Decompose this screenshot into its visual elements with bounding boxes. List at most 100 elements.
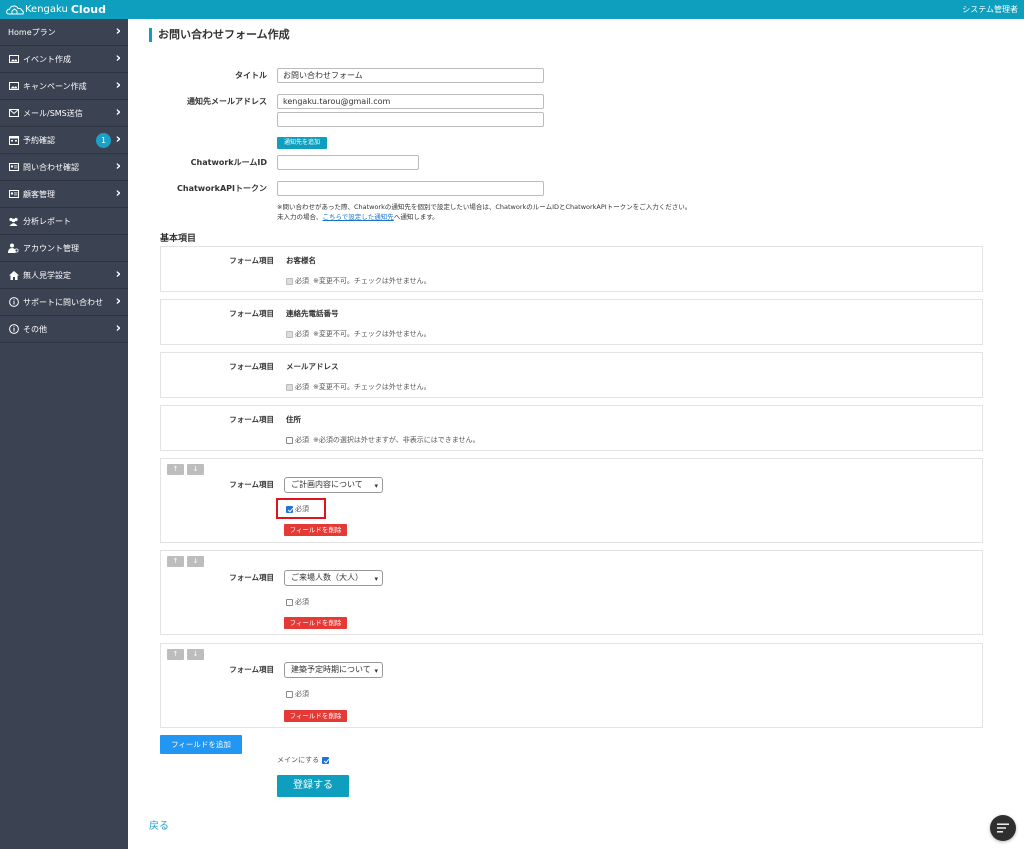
add-notify-button[interactable]: 通知先を追加 xyxy=(277,137,327,149)
notify-email-input[interactable]: kengaku.tarou@gmail.com xyxy=(277,94,544,109)
chevron-down-icon: ▾ xyxy=(374,575,378,583)
image-icon xyxy=(8,81,19,91)
notify-email-input-2[interactable] xyxy=(277,112,544,127)
move-up-button[interactable]: ↑ xyxy=(167,556,184,567)
required-checkbox[interactable] xyxy=(286,690,293,698)
sidebar-item-customer[interactable]: 顧客管理 › xyxy=(0,181,128,208)
sidebar-item-unmanned-tour[interactable]: 無人見学設定 › xyxy=(0,262,128,289)
custom-field-card: ↑ ↓ フォーム項目 ご来場人数（大人） ▾ 必須 フィールドを削除 xyxy=(160,550,983,635)
envelope-icon xyxy=(8,108,19,118)
filter-menu-button[interactable] xyxy=(990,815,1016,841)
sidebar-item-label: 顧客管理 xyxy=(23,189,55,199)
sidebar-item-account[interactable]: アカウント管理 xyxy=(0,235,128,262)
field-name: お客様名 xyxy=(286,256,316,265)
required-row: 必須 ※変更不可。チェックは外せません。 xyxy=(286,382,431,392)
chevron-down-icon: ▾ xyxy=(374,482,378,490)
filter-list-icon xyxy=(997,823,1009,833)
chatwork-room-input[interactable] xyxy=(277,155,419,170)
required-note: ※変更不可。チェックは外せません。 xyxy=(313,330,431,338)
required-row[interactable]: 必須 xyxy=(286,689,309,699)
sidebar-item-label: アカウント管理 xyxy=(23,243,79,253)
required-note: ※必須の選択は外せますが、非表示にはできません。 xyxy=(313,436,480,444)
chevron-down-icon: ▾ xyxy=(374,667,378,675)
field-type-select[interactable]: ご計画内容について ▾ xyxy=(284,477,383,493)
move-up-button[interactable]: ↑ xyxy=(167,649,184,660)
required-row: 必須 ※変更不可。チェックは外せません。 xyxy=(286,276,431,286)
required-row[interactable]: 必須 ※必須の選択は外せますが、非表示にはできません。 xyxy=(286,435,480,445)
sidebar-item-label: 予約確認 xyxy=(23,135,55,145)
select-value: 建築予定時期について xyxy=(291,665,371,674)
sidebar-item-label: メール/SMS送信 xyxy=(23,108,83,118)
required-checkbox[interactable] xyxy=(286,598,293,606)
set-main-row[interactable]: メインにする xyxy=(277,755,331,765)
required-checkbox xyxy=(286,330,293,338)
delete-field-button[interactable]: フィールドを削除 xyxy=(284,710,347,722)
idcard-icon xyxy=(8,189,19,199)
calendar-icon xyxy=(8,135,19,145)
sidebar-item-reservation[interactable]: 予約確認 1 › xyxy=(0,127,128,154)
required-row[interactable]: 必須 xyxy=(286,597,309,607)
move-up-button[interactable]: ↑ xyxy=(167,464,184,475)
sidebar-item-label: 無人見学設定 xyxy=(23,270,71,280)
basic-field-card: フォーム項目 メールアドレス 必須 ※変更不可。チェックは外せません。 xyxy=(160,352,983,398)
field-type-select[interactable]: 建築予定時期について ▾ xyxy=(284,662,383,678)
basic-section-title: 基本項目 xyxy=(160,234,197,244)
notify-settings-link[interactable]: こちらで設定した通知先 xyxy=(323,213,394,221)
sidebar-item-other[interactable]: その他 › xyxy=(0,316,128,343)
set-main-label: メインにする xyxy=(277,756,320,764)
sidebar-item-campaign[interactable]: キャンペーン作成 › xyxy=(0,73,128,100)
sidebar-item-support[interactable]: サポートに問い合わせ › xyxy=(0,289,128,316)
basic-field-card: フォーム項目 お客様名 必須 ※変更不可。チェックは外せません。 xyxy=(160,246,983,292)
required-label: 必須 xyxy=(295,690,309,698)
select-value: ご計画内容について xyxy=(291,480,363,489)
sidebar-item-event[interactable]: イベント作成 › xyxy=(0,46,128,73)
cloud-house-icon xyxy=(6,4,24,14)
user-menu[interactable]: システム管理者 xyxy=(962,4,1018,15)
logo-text-cloud: Cloud xyxy=(70,3,106,16)
submit-button[interactable]: 登録する xyxy=(277,775,349,797)
chevron-right-icon: › xyxy=(115,132,121,147)
field-item-label: フォーム項目 xyxy=(229,256,274,265)
move-down-button[interactable]: ↓ xyxy=(187,464,204,475)
chevron-right-icon: › xyxy=(115,159,121,174)
required-note: ※変更不可。チェックは外せません。 xyxy=(313,383,431,391)
field-item-label: フォーム項目 xyxy=(229,309,274,318)
field-name: メールアドレス xyxy=(286,362,339,371)
note-prefix: 未入力の場合、 xyxy=(277,213,323,221)
logo[interactable]: Kengaku Cloud xyxy=(6,2,106,17)
set-main-checkbox[interactable] xyxy=(322,756,330,764)
chatwork-token-input[interactable] xyxy=(277,181,544,196)
title-input[interactable]: お問い合わせフォーム xyxy=(277,68,544,83)
required-checkbox[interactable] xyxy=(286,436,293,444)
user-gear-icon xyxy=(8,243,19,253)
chevron-right-icon: › xyxy=(115,267,121,282)
move-down-button[interactable]: ↓ xyxy=(187,649,204,660)
sidebar-item-report[interactable]: 分析レポート xyxy=(0,208,128,235)
chevron-right-icon: › xyxy=(115,186,121,201)
add-field-button[interactable]: フィールドを追加 xyxy=(160,735,242,754)
sidebar-item-label: Homeプラン xyxy=(8,27,56,37)
notify-email-label: 通知先メールアドレス xyxy=(187,97,267,106)
delete-field-button[interactable]: フィールドを削除 xyxy=(284,524,347,536)
field-item-label: フォーム項目 xyxy=(229,415,274,424)
required-label: 必須 xyxy=(295,330,309,338)
sidebar-item-label: 問い合わせ確認 xyxy=(23,162,79,172)
custom-field-card: ↑ ↓ フォーム項目 建築予定時期について ▾ 必須 フィールドを削除 xyxy=(160,643,983,728)
chatwork-room-label: ChatworkルームID xyxy=(190,158,267,167)
sidebar-item-mail-sms[interactable]: メール/SMS送信 › xyxy=(0,100,128,127)
delete-field-button[interactable]: フィールドを削除 xyxy=(284,617,347,629)
sidebar-item-inquiry[interactable]: 問い合わせ確認 › xyxy=(0,154,128,181)
chevron-right-icon: › xyxy=(115,105,121,120)
sidebar-item-label: その他 xyxy=(23,324,47,334)
move-down-button[interactable]: ↓ xyxy=(187,556,204,567)
annotation-highlight xyxy=(276,498,326,519)
required-label: 必須 xyxy=(295,436,309,444)
required-checkbox xyxy=(286,383,293,391)
required-label: 必須 xyxy=(295,598,309,606)
chevron-right-icon: › xyxy=(115,78,121,93)
sidebar-item-home-plan[interactable]: Homeプラン › xyxy=(0,19,128,46)
required-note: ※変更不可。チェックは外せません。 xyxy=(313,277,431,285)
field-name: 連絡先電話番号 xyxy=(286,309,339,318)
field-type-select[interactable]: ご来場人数（大人） ▾ xyxy=(284,570,383,586)
back-link[interactable]: 戻る xyxy=(149,817,169,832)
